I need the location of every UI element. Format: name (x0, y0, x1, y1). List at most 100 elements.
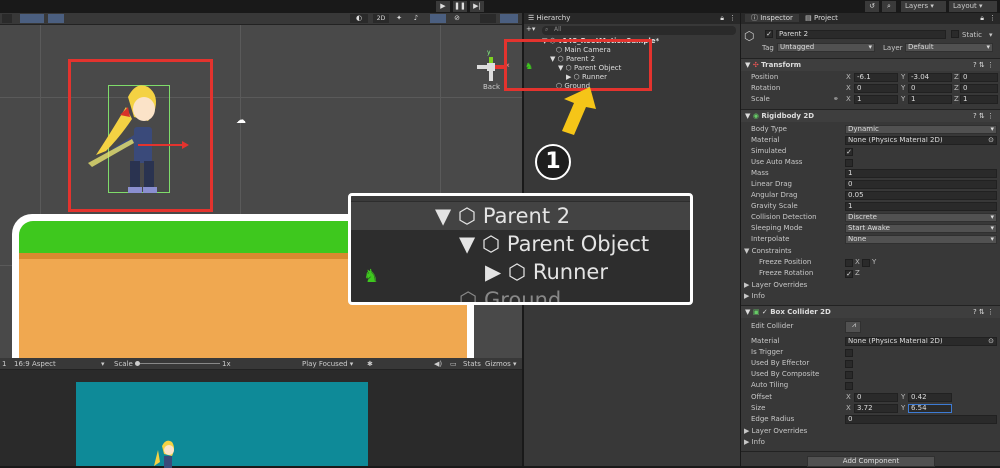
layer-dropdown[interactable]: Default ▾ (905, 43, 993, 52)
stats-button[interactable]: Stats (463, 358, 481, 370)
history-icon[interactable]: ↺ (865, 1, 879, 12)
rb-layer-overrides-row[interactable]: ▶ Layer Overrides (741, 280, 1000, 291)
scale-x-field[interactable]: 1 (854, 95, 898, 104)
linear-drag-field[interactable]: 0 (845, 180, 997, 189)
mass-field[interactable]: 1 (845, 169, 997, 178)
gizmos-dropdown[interactable]: Gizmos ▾ (485, 358, 517, 370)
component-menu-icon[interactable]: ? ⇅ ⋮ (973, 306, 994, 319)
search-icon[interactable]: ⌕ (882, 1, 896, 12)
layout-dropdown[interactable]: Layout ▾ (949, 1, 997, 12)
constraints-row[interactable]: ▼ Constraints (741, 246, 1000, 257)
angular-drag-field[interactable]: 0.05 (845, 191, 997, 200)
hierarchy-tab[interactable]: Hierarchy (537, 14, 571, 22)
rb-material-field[interactable]: None (Physics Material 2D) ⊙ (845, 136, 997, 145)
camera-dropdown[interactable] (480, 14, 496, 23)
edge-radius-field[interactable]: 0 (845, 415, 997, 424)
rb-info-row[interactable]: ▶ Info (741, 291, 1000, 302)
component-menu-icon[interactable]: ? ⇅ ⋮ (973, 110, 994, 123)
bc-material-field[interactable]: None (Physics Material 2D) ⊙ (845, 337, 997, 346)
rotation-z-field[interactable]: 0 (960, 84, 998, 93)
scene-tool-dropdown[interactable] (2, 14, 12, 23)
scale-z-field[interactable]: 1 (960, 95, 998, 104)
effector-checkbox[interactable] (845, 360, 853, 368)
bc-layer-overrides-row[interactable]: ▶ Layer Overrides (741, 426, 1000, 437)
static-chevron-icon[interactable]: ▾ (989, 31, 993, 39)
mass-row: Mass 1 (741, 168, 1000, 179)
inspector-lock-icon[interactable]: 🔒︎ (980, 13, 984, 24)
rigidbody-header[interactable]: ▼ ◉ Rigidbody 2D? ⇅ ⋮ (741, 109, 1000, 122)
collision-dropdown[interactable]: Discrete ▾ (845, 213, 997, 222)
scale-slider-handle[interactable] (135, 361, 140, 366)
aspect-dropdown[interactable]: 16:9 Aspect (14, 358, 108, 370)
component-menu-icon[interactable]: ? ⇅ ⋮ (973, 59, 994, 72)
rigidbody-icon: ◉ (752, 112, 759, 120)
edit-collider-button[interactable]: ⩘ (845, 321, 861, 333)
body-type-dropdown[interactable]: Dynamic ▾ (845, 125, 997, 134)
freeze-rot-z-checkbox[interactable]: ✓ (845, 270, 853, 278)
toggle-icon[interactable]: ▭ (450, 358, 457, 370)
audio-icon[interactable]: ♪ (411, 14, 421, 23)
menu-icon[interactable]: ⋮ (729, 13, 736, 24)
gizmos-toggle[interactable] (500, 14, 518, 23)
rotation-x-field[interactable]: 0 (854, 84, 898, 93)
freeze-pos-y-checkbox[interactable] (862, 259, 870, 267)
project-tab[interactable]: ▤ Project (801, 14, 842, 22)
create-button[interactable]: +▾ (526, 25, 538, 34)
play-icon[interactable]: ▶ (436, 1, 450, 12)
snap-toggle[interactable] (48, 14, 64, 23)
tiling-checkbox[interactable] (845, 382, 853, 390)
grid-toggle[interactable] (20, 14, 44, 23)
play-mode-dropdown[interactable]: Play Focused ▾ (302, 358, 353, 370)
mute-icon[interactable]: ◀) (434, 358, 442, 370)
position-y-field[interactable]: -3.04 (908, 73, 952, 82)
static-checkbox[interactable] (951, 30, 959, 38)
interpolate-dropdown[interactable]: None ▾ (845, 235, 997, 244)
scene-view[interactable]: ◐ 2D ✦ ♪ ⊘ ☁ y x Back (0, 13, 522, 358)
auto-mass-checkbox[interactable] (845, 159, 853, 167)
zoom-item-parent-object: ▼ ⬡ Parent Object (459, 232, 650, 256)
sleeping-dropdown[interactable]: Start Awake ▾ (845, 224, 997, 233)
pause-icon[interactable]: ❚❚ (453, 1, 467, 12)
composite-checkbox[interactable] (845, 371, 853, 379)
toggle-2d[interactable]: 2D (373, 14, 389, 23)
scale-y-field[interactable]: 1 (908, 95, 952, 104)
simulated-checkbox[interactable]: ✓ (845, 148, 853, 156)
effects-toggle[interactable] (430, 14, 446, 23)
bug-icon[interactable]: ✱ (367, 358, 373, 370)
constrain-scale-icon[interactable]: ⚭ (833, 94, 839, 105)
transform-header[interactable]: ▼ ✣ Transform? ⇅ ⋮ (741, 58, 1000, 71)
object-name-field[interactable]: Parent 2 (776, 30, 946, 39)
lighting-icon[interactable]: ✦ (394, 14, 404, 23)
rotation-y-field[interactable]: 0 (908, 84, 952, 93)
bc-info-row[interactable]: ▶ Info (741, 437, 1000, 448)
offset-x-field[interactable]: 0 (854, 393, 898, 402)
zoom-top-strip (351, 196, 690, 201)
step-icon[interactable]: ▶| (470, 1, 484, 12)
position-z-field[interactable]: 0 (960, 73, 998, 82)
size-y-field[interactable]: 6.54 (908, 404, 952, 413)
scale-slider[interactable] (136, 363, 220, 364)
boxcollider-header[interactable]: ▼ ▣ ✓ Box Collider 2D? ⇅ ⋮ (741, 305, 1000, 318)
tag-dropdown[interactable]: Untagged ▾ (777, 43, 875, 52)
offset-y-field[interactable]: 0.42 (908, 393, 952, 402)
tag-label: Tag (762, 44, 774, 52)
inspector-tab[interactable]: ⓘ Inspector (745, 14, 799, 22)
highlight-hierarchy (504, 39, 652, 91)
aspect-chevron-icon: ▾ (101, 360, 105, 368)
hierarchy-search-input[interactable]: ⌕ All (542, 26, 736, 35)
gravity-field[interactable]: 1 (845, 202, 997, 211)
body-type-row: Body Type Dynamic ▾ (741, 124, 1000, 135)
size-x-field[interactable]: 3.72 (854, 404, 898, 413)
active-checkbox[interactable]: ✓ (765, 30, 773, 38)
lock-icon[interactable]: 🔒︎ (720, 13, 724, 24)
add-component-button[interactable]: Add Component (807, 456, 935, 467)
shading-dropdown[interactable]: ◐ (350, 14, 368, 23)
trigger-checkbox[interactable] (845, 349, 853, 357)
inspector-menu-icon[interactable]: ⋮ (989, 13, 996, 24)
boxcollider-enabled-checkbox[interactable]: ✓ (762, 308, 768, 316)
position-x-field[interactable]: -6.1 (854, 73, 898, 82)
display-dropdown[interactable]: 1 (2, 358, 6, 370)
hidden-objects-icon[interactable]: ⊘ (452, 14, 462, 23)
freeze-pos-x-checkbox[interactable] (845, 259, 853, 267)
layers-dropdown[interactable]: Layers ▾ (901, 1, 946, 12)
